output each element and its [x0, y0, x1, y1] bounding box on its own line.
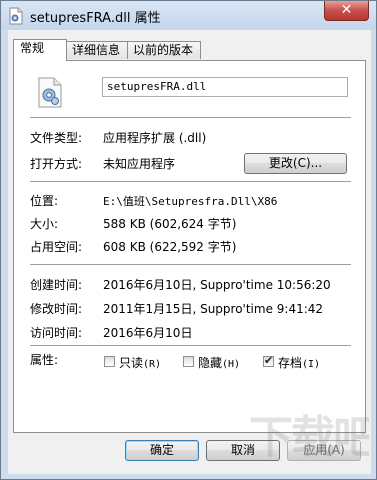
readonly-accel: (R) — [143, 359, 162, 370]
tab-previous-versions-label: 以前的版本 — [133, 43, 194, 57]
open-with-label: 打开方式: — [30, 157, 83, 171]
readonly-label: 只读(R) — [119, 354, 161, 371]
archive-label: 存档(I) — [278, 354, 320, 371]
created-value: 2016年6月10日, Suppro'time 10:56:20 — [103, 278, 331, 292]
separator — [30, 264, 351, 266]
close-button[interactable]: ✕ — [324, 1, 369, 21]
tab-details-label: 详细信息 — [72, 43, 121, 57]
separator — [30, 117, 351, 119]
checkbox-box[interactable]: ✔ — [263, 354, 274, 367]
tab-previous-versions[interactable]: 以前的版本 — [127, 41, 201, 59]
ok-button[interactable]: 确定 — [125, 440, 199, 461]
disk-size-value: 608 KB (622,592 字节) — [103, 240, 237, 254]
close-icon: ✕ — [340, 2, 353, 18]
archive-text: 存档 — [278, 356, 303, 370]
disk-size-label: 占用空间: — [30, 240, 83, 254]
file-type-label: 文件类型: — [30, 131, 83, 145]
title-bar[interactable]: setupresFRA.dll 属性 ✕ — [1, 1, 376, 30]
check-mark-icon: ✔ — [264, 354, 274, 367]
created-label: 创建时间: — [30, 278, 83, 292]
accessed-value: 2016年6月10日 — [103, 326, 193, 340]
size-value: 588 KB (602,624 字节) — [103, 217, 237, 231]
checkbox-box[interactable] — [183, 356, 194, 367]
size-label: 大小: — [30, 217, 59, 231]
tab-details[interactable]: 详细信息 — [66, 41, 128, 59]
attributes-label: 属性: — [30, 353, 59, 367]
separator — [30, 181, 351, 183]
modified-value: 2011年1月15日, Suppro'time 9:41:42 — [103, 302, 324, 316]
hidden-text: 隐藏 — [198, 356, 223, 370]
window-title: setupresFRA.dll 属性 — [30, 11, 161, 26]
archive-accel: (I) — [302, 359, 321, 370]
file-type-value: 应用程序扩展 (.dll) — [103, 131, 207, 145]
general-panel: setupresFRA.dll 文件类型: 应用程序扩展 (.dll) 打开方式… — [13, 60, 366, 433]
location-value: E:\值班\Setupresfra.Dll\X86 — [103, 195, 278, 208]
tab-general[interactable]: 常规 — [13, 39, 67, 61]
readonly-checkbox[interactable]: 只读(R) — [104, 354, 168, 370]
separator — [30, 345, 351, 347]
hidden-checkbox[interactable]: 隐藏(H) — [183, 354, 247, 370]
properties-window: setupresFRA.dll 属性 ✕ 常规 详细信息 以前的版本 setup… — [0, 0, 377, 480]
tab-general-label: 常规 — [20, 41, 45, 55]
change-button-label: 更改(C)... — [268, 156, 323, 170]
location-label: 位置: — [30, 194, 59, 208]
readonly-text: 只读 — [119, 356, 144, 370]
accessed-label: 访问时间: — [30, 326, 83, 340]
archive-checkbox[interactable]: ✔ 存档(I) — [263, 354, 327, 370]
dll-gear-file-icon — [38, 77, 62, 108]
change-button[interactable]: 更改(C)... — [244, 153, 347, 174]
open-with-value: 未知应用程序 — [103, 157, 176, 171]
ok-button-label: 确定 — [149, 443, 174, 457]
checkbox-box[interactable] — [104, 356, 115, 367]
hidden-accel: (H) — [222, 359, 241, 370]
filename-field[interactable]: setupresFRA.dll — [102, 77, 348, 97]
modified-label: 修改时间: — [30, 302, 83, 316]
dll-file-icon — [9, 7, 23, 25]
watermark-logo: 下载吧 — [249, 412, 369, 463]
hidden-label: 隐藏(H) — [198, 354, 240, 371]
